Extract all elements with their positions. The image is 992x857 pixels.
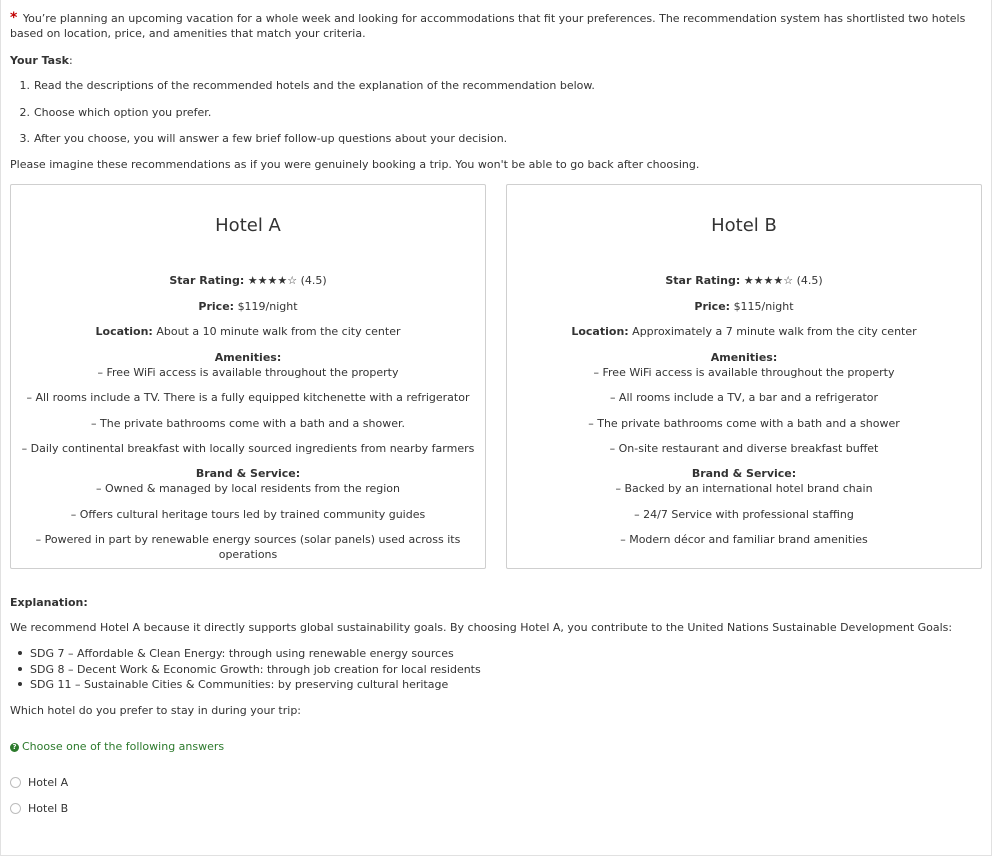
- hotel-details: Star Rating: ★★★★☆ (4.5) Price: $119/nig…: [11, 273, 485, 561]
- task-step-number: 1.: [19, 79, 31, 92]
- hotel-card-a: Hotel A Star Rating: ★★★★☆ (4.5) Price: …: [10, 184, 486, 569]
- brand-item: – Offers cultural heritage tours led by …: [70, 507, 426, 521]
- option-hotel-a[interactable]: Hotel A: [10, 776, 68, 789]
- option-label: Hotel B: [28, 802, 69, 815]
- amenity-item: – Free WiFi access is available througho…: [97, 365, 399, 379]
- amenity-item: – All rooms include a TV, a bar and a re…: [609, 391, 879, 404]
- task-step-text: Read the descriptions of the recommended…: [34, 79, 595, 92]
- star-rating-icon: ★★★★☆: [247, 274, 298, 287]
- brand-item: – Powered in part by renewable energy so…: [35, 533, 461, 561]
- answer-hint: ? Choose one of the following answers: [10, 740, 224, 753]
- brand-item: – Modern décor and familiar brand amenit…: [620, 533, 868, 546]
- price-row: Price: $115/night: [507, 299, 981, 325]
- radio-hotel-b[interactable]: [10, 803, 21, 814]
- task-step: 2. Choose which option you prefer.: [10, 106, 595, 133]
- location-row: Location: Approximately a 7 minute walk …: [507, 324, 981, 350]
- task-step-text: Choose which option you prefer.: [34, 105, 212, 119]
- question-circle-icon: ?: [10, 743, 19, 752]
- star-rating-icon: ★★★★☆: [743, 274, 794, 287]
- location-label: Location:: [95, 325, 153, 338]
- brand-heading: Brand & Service:: [691, 467, 797, 480]
- amenity-item: – Daily continental breakfast with local…: [21, 442, 475, 455]
- amenities-heading: Amenities:: [214, 350, 282, 364]
- brand-item: – 24/7 Service with professional staffin…: [634, 507, 854, 521]
- star-rating-label: Star Rating:: [665, 274, 741, 287]
- task-heading-text: Your Task: [10, 54, 69, 67]
- list-item: SDG 11 – Sustainable Cities & Communitie…: [10, 677, 481, 693]
- price-label: Price:: [694, 299, 731, 313]
- star-rating-row: Star Rating: ★★★★☆ (4.5): [11, 273, 485, 299]
- location-value: About a 10 minute walk from the city cen…: [156, 325, 401, 338]
- brand-item: – Backed by an international hotel brand…: [615, 482, 873, 495]
- star-rating-row: Star Rating: ★★★★☆ (4.5): [507, 273, 981, 299]
- option-hotel-b[interactable]: Hotel B: [10, 802, 68, 815]
- hotel-card-b: Hotel B Star Rating: ★★★★☆ (4.5) Price: …: [506, 184, 982, 569]
- price-row: Price: $119/night: [11, 299, 485, 325]
- intro-paragraph: You’re planning an upcoming vacation for…: [10, 12, 966, 40]
- explanation-heading: Explanation:: [10, 596, 88, 609]
- sdg-list: SDG 7 – Affordable & Clean Energy: throu…: [10, 646, 481, 693]
- imagine-note: Please imagine these recommendations as …: [10, 158, 700, 171]
- amenity-item: – The private bathrooms come with a bath…: [91, 416, 405, 430]
- task-step-text: After you choose, you will answer a few …: [34, 132, 508, 145]
- amenity-item: – All rooms include a TV. There is a ful…: [26, 391, 470, 404]
- sdg-text: SDG 7 – Affordable & Clean Energy: throu…: [30, 647, 454, 660]
- price-value: $119/night: [237, 299, 298, 313]
- brand-heading: Brand & Service:: [195, 467, 301, 480]
- task-step: 3. After you choose, you will answer a fe…: [10, 132, 595, 159]
- task-step: 1. Read the descriptions of the recommend…: [10, 79, 595, 106]
- bullet-icon: [18, 666, 22, 671]
- hotel-name: Hotel A: [215, 215, 281, 236]
- task-heading-colon: :: [68, 54, 73, 67]
- bullet-icon: [18, 682, 22, 686]
- intro-text: * You’re planning an upcoming vacation f…: [10, 11, 970, 41]
- price-label: Price:: [198, 299, 235, 313]
- location-value: Approximately a 7 minute walk from the c…: [632, 325, 917, 338]
- hotel-details: Star Rating: ★★★★☆ (4.5) Price: $115/nig…: [507, 273, 981, 558]
- task-list: 1. Read the descriptions of the recommend…: [10, 79, 595, 159]
- question-text: Which hotel do you prefer to stay in dur…: [10, 704, 302, 717]
- sdg-text: SDG 11 – Sustainable Cities & Communitie…: [30, 678, 449, 691]
- amenity-item: – Free WiFi access is available througho…: [593, 365, 895, 379]
- hotel-name: Hotel B: [711, 215, 777, 236]
- star-rating-value: (4.5): [300, 274, 327, 287]
- list-item: SDG 7 – Affordable & Clean Energy: throu…: [10, 646, 481, 662]
- amenity-item: – The private bathrooms come with a bath…: [588, 416, 900, 430]
- amenity-item: – On-site restaurant and diverse breakfa…: [609, 442, 879, 455]
- amenities-heading: Amenities:: [710, 350, 778, 364]
- radio-hotel-a[interactable]: [10, 777, 21, 788]
- hint-text: Choose one of the following answers: [22, 740, 225, 753]
- required-asterisk: *: [10, 10, 18, 26]
- price-value: $115/night: [733, 299, 794, 313]
- bullet-icon: [18, 651, 22, 655]
- location-label: Location:: [571, 325, 629, 338]
- task-heading: Your Task:: [10, 54, 73, 67]
- location-row: Location: About a 10 minute walk from th…: [11, 324, 485, 350]
- task-step-number: 2.: [19, 105, 31, 119]
- sdg-text: SDG 8 – Decent Work & Economic Growth: t…: [30, 662, 481, 676]
- list-item: SDG 8 – Decent Work & Economic Growth: t…: [10, 662, 481, 678]
- option-label: Hotel A: [28, 776, 69, 789]
- explanation-text: We recommend Hotel A because it directly…: [10, 621, 953, 634]
- star-rating-value: (4.5): [796, 274, 823, 287]
- task-step-number: 3.: [19, 132, 31, 145]
- star-rating-label: Star Rating:: [169, 274, 245, 287]
- brand-item: – Owned & managed by local residents fro…: [96, 482, 400, 495]
